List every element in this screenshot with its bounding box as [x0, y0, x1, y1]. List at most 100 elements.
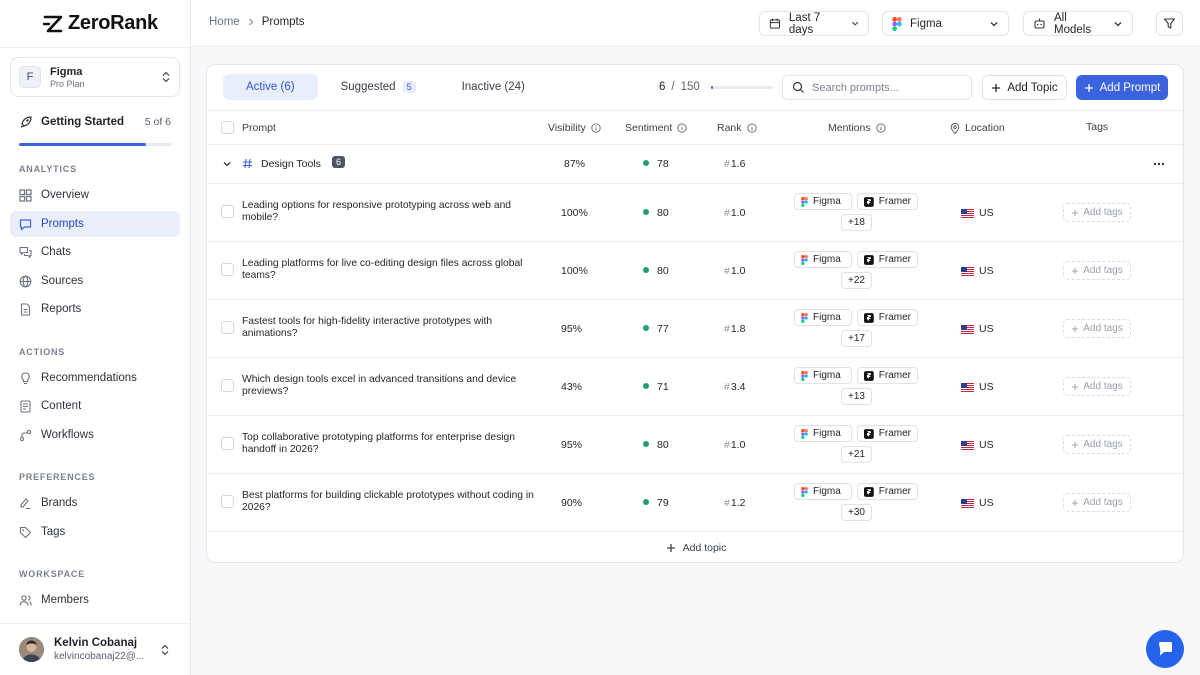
models-select[interactable]: All Models	[1023, 11, 1133, 36]
visibility-value: 100%	[561, 207, 588, 219]
row-checkbox[interactable]	[221, 495, 234, 508]
mention-chip-figma[interactable]: Figma	[794, 309, 852, 326]
row-checkbox[interactable]	[221, 321, 234, 334]
mention-chip-framer[interactable]: Framer	[857, 193, 918, 210]
column-prompt[interactable]: Prompt	[242, 122, 276, 134]
add-topic-label: Add Topic	[1007, 81, 1058, 94]
column-rank[interactable]: Rank	[717, 122, 757, 134]
mention-chip-figma[interactable]: Figma	[794, 483, 852, 500]
sidebar-item-label: Prompts	[41, 218, 84, 230]
sidebar-item-content[interactable]: Content	[10, 393, 180, 419]
location-label: US	[979, 207, 994, 219]
user-menu[interactable]: Kelvin Cobanaj kelvincobanaj22@...	[0, 623, 190, 675]
add-tags-button[interactable]: Add tags	[1063, 203, 1131, 222]
tab-active[interactable]: Active (6)	[223, 74, 318, 100]
add-tags-button[interactable]: Add tags	[1063, 377, 1131, 396]
chevron-down-icon	[851, 21, 859, 26]
mention-more-chip[interactable]: +22	[841, 272, 872, 289]
row-checkbox[interactable]	[221, 379, 234, 392]
mention-chip-figma[interactable]: Figma	[794, 251, 852, 268]
sidebar-item-prompts[interactable]: Prompts	[10, 211, 180, 237]
prompt-quota-fill	[710, 85, 714, 89]
mention-label: Figma	[813, 428, 841, 439]
mention-chip-framer[interactable]: Framer	[857, 367, 918, 384]
column-mentions[interactable]: Mentions	[828, 122, 886, 134]
rank-value: #1.0	[724, 265, 745, 277]
row-checkbox[interactable]	[221, 263, 234, 276]
mention-chip-figma[interactable]: Figma	[794, 367, 852, 384]
row-checkbox[interactable]	[221, 437, 234, 450]
sidebar-item-members[interactable]: Members	[10, 587, 180, 613]
tab-suggested[interactable]: Suggested 5	[318, 74, 439, 100]
chat-support-button[interactable]	[1146, 630, 1184, 668]
us-flag-icon	[961, 208, 974, 218]
add-tags-button[interactable]: Add tags	[1063, 493, 1131, 512]
mention-more-chip[interactable]: +21	[841, 446, 872, 463]
prompt-text: Best platforms for building clickable pr…	[242, 490, 534, 513]
mention-more-chip[interactable]: +18	[841, 214, 872, 231]
column-location[interactable]: Location	[950, 122, 1005, 134]
logo[interactable]: ZeroRank	[42, 12, 158, 35]
column-sentiment[interactable]: Sentiment	[625, 122, 687, 134]
chevron-updown-icon	[161, 644, 169, 655]
date-range-select[interactable]: Last 7 days	[759, 11, 869, 36]
mention-chip-framer[interactable]: Framer	[857, 251, 918, 268]
mention-chip-framer[interactable]: Framer	[857, 483, 918, 500]
add-topic-button[interactable]: Add Topic	[982, 75, 1067, 100]
filter-button[interactable]	[1156, 11, 1183, 36]
filter-icon	[1163, 18, 1176, 29]
table-row[interactable]: Leading options for responsive prototypi…	[207, 184, 1183, 242]
topic-group-row[interactable]: Design Tools 6 87% 78 #1.6	[207, 145, 1183, 184]
framer-icon	[864, 254, 874, 265]
sidebar-item-chats[interactable]: Chats	[10, 239, 180, 265]
column-mentions-label: Mentions	[828, 122, 871, 134]
org-switcher[interactable]: F Figma Pro Plan	[10, 57, 180, 97]
sidebar-item-brands[interactable]: Brands	[10, 490, 180, 516]
add-tags-label: Add tags	[1083, 323, 1123, 334]
column-visibility[interactable]: Visibility	[548, 122, 601, 134]
rocket-icon	[20, 116, 32, 128]
mention-more-chip[interactable]: +17	[841, 330, 872, 347]
table-row[interactable]: Leading platforms for live co-editing de…	[207, 242, 1183, 300]
brand-select[interactable]: Figma	[882, 11, 1009, 36]
column-tags[interactable]: Tags	[1086, 121, 1108, 133]
sidebar-item-recommendations[interactable]: Recommendations	[10, 365, 180, 391]
table-row[interactable]: Top collaborative prototyping platforms …	[207, 416, 1183, 474]
mention-chip-framer[interactable]: Framer	[857, 425, 918, 442]
mention-chip-figma[interactable]: Figma	[794, 193, 852, 210]
nav-section-actions: ACTIONS	[19, 347, 66, 357]
breadcrumb-home[interactable]: Home	[209, 16, 240, 28]
add-topic-footer-button[interactable]: Add topic	[207, 532, 1183, 562]
prompt-text: Top collaborative prototyping platforms …	[242, 432, 516, 455]
mention-more-chip[interactable]: +30	[841, 504, 872, 521]
breadcrumb: Home Prompts	[209, 16, 305, 28]
sentiment-number: 71	[657, 381, 669, 393]
more-icon[interactable]	[1153, 162, 1165, 166]
sidebar-item-overview[interactable]: Overview	[10, 182, 180, 208]
nav-section-preferences: PREFERENCES	[19, 472, 96, 482]
add-tags-button[interactable]: Add tags	[1063, 261, 1131, 280]
search-icon	[792, 81, 804, 93]
select-all-checkbox[interactable]	[221, 121, 234, 134]
table-row[interactable]: Which design tools excel in advanced tra…	[207, 358, 1183, 416]
sidebar-item-workflows[interactable]: Workflows	[10, 422, 180, 448]
sidebar-item-reports[interactable]: Reports	[10, 296, 180, 322]
table-row[interactable]: Fastest tools for high-fidelity interact…	[207, 300, 1183, 358]
sidebar-item-sources[interactable]: Sources	[10, 268, 180, 294]
sentiment-number: 80	[657, 439, 669, 451]
chevron-down-icon[interactable]	[222, 159, 232, 169]
add-prompt-button[interactable]: Add Prompt	[1076, 75, 1168, 100]
mention-more-chip[interactable]: +13	[841, 388, 872, 405]
mention-chip-figma[interactable]: Figma	[794, 425, 852, 442]
pin-icon	[950, 122, 960, 134]
search-input[interactable]: Search prompts...	[782, 75, 972, 100]
add-tags-button[interactable]: Add tags	[1063, 435, 1131, 454]
add-topic-footer-label: Add topic	[682, 542, 727, 554]
add-tags-button[interactable]: Add tags	[1063, 319, 1131, 338]
row-checkbox[interactable]	[221, 205, 234, 218]
table-row[interactable]: Best platforms for building clickable pr…	[207, 474, 1183, 532]
mention-chip-framer[interactable]: Framer	[857, 309, 918, 326]
getting-started[interactable]: Getting Started 5 of 6	[19, 114, 171, 146]
tab-inactive[interactable]: Inactive (24)	[439, 74, 548, 100]
sidebar-item-tags[interactable]: Tags	[10, 519, 180, 545]
